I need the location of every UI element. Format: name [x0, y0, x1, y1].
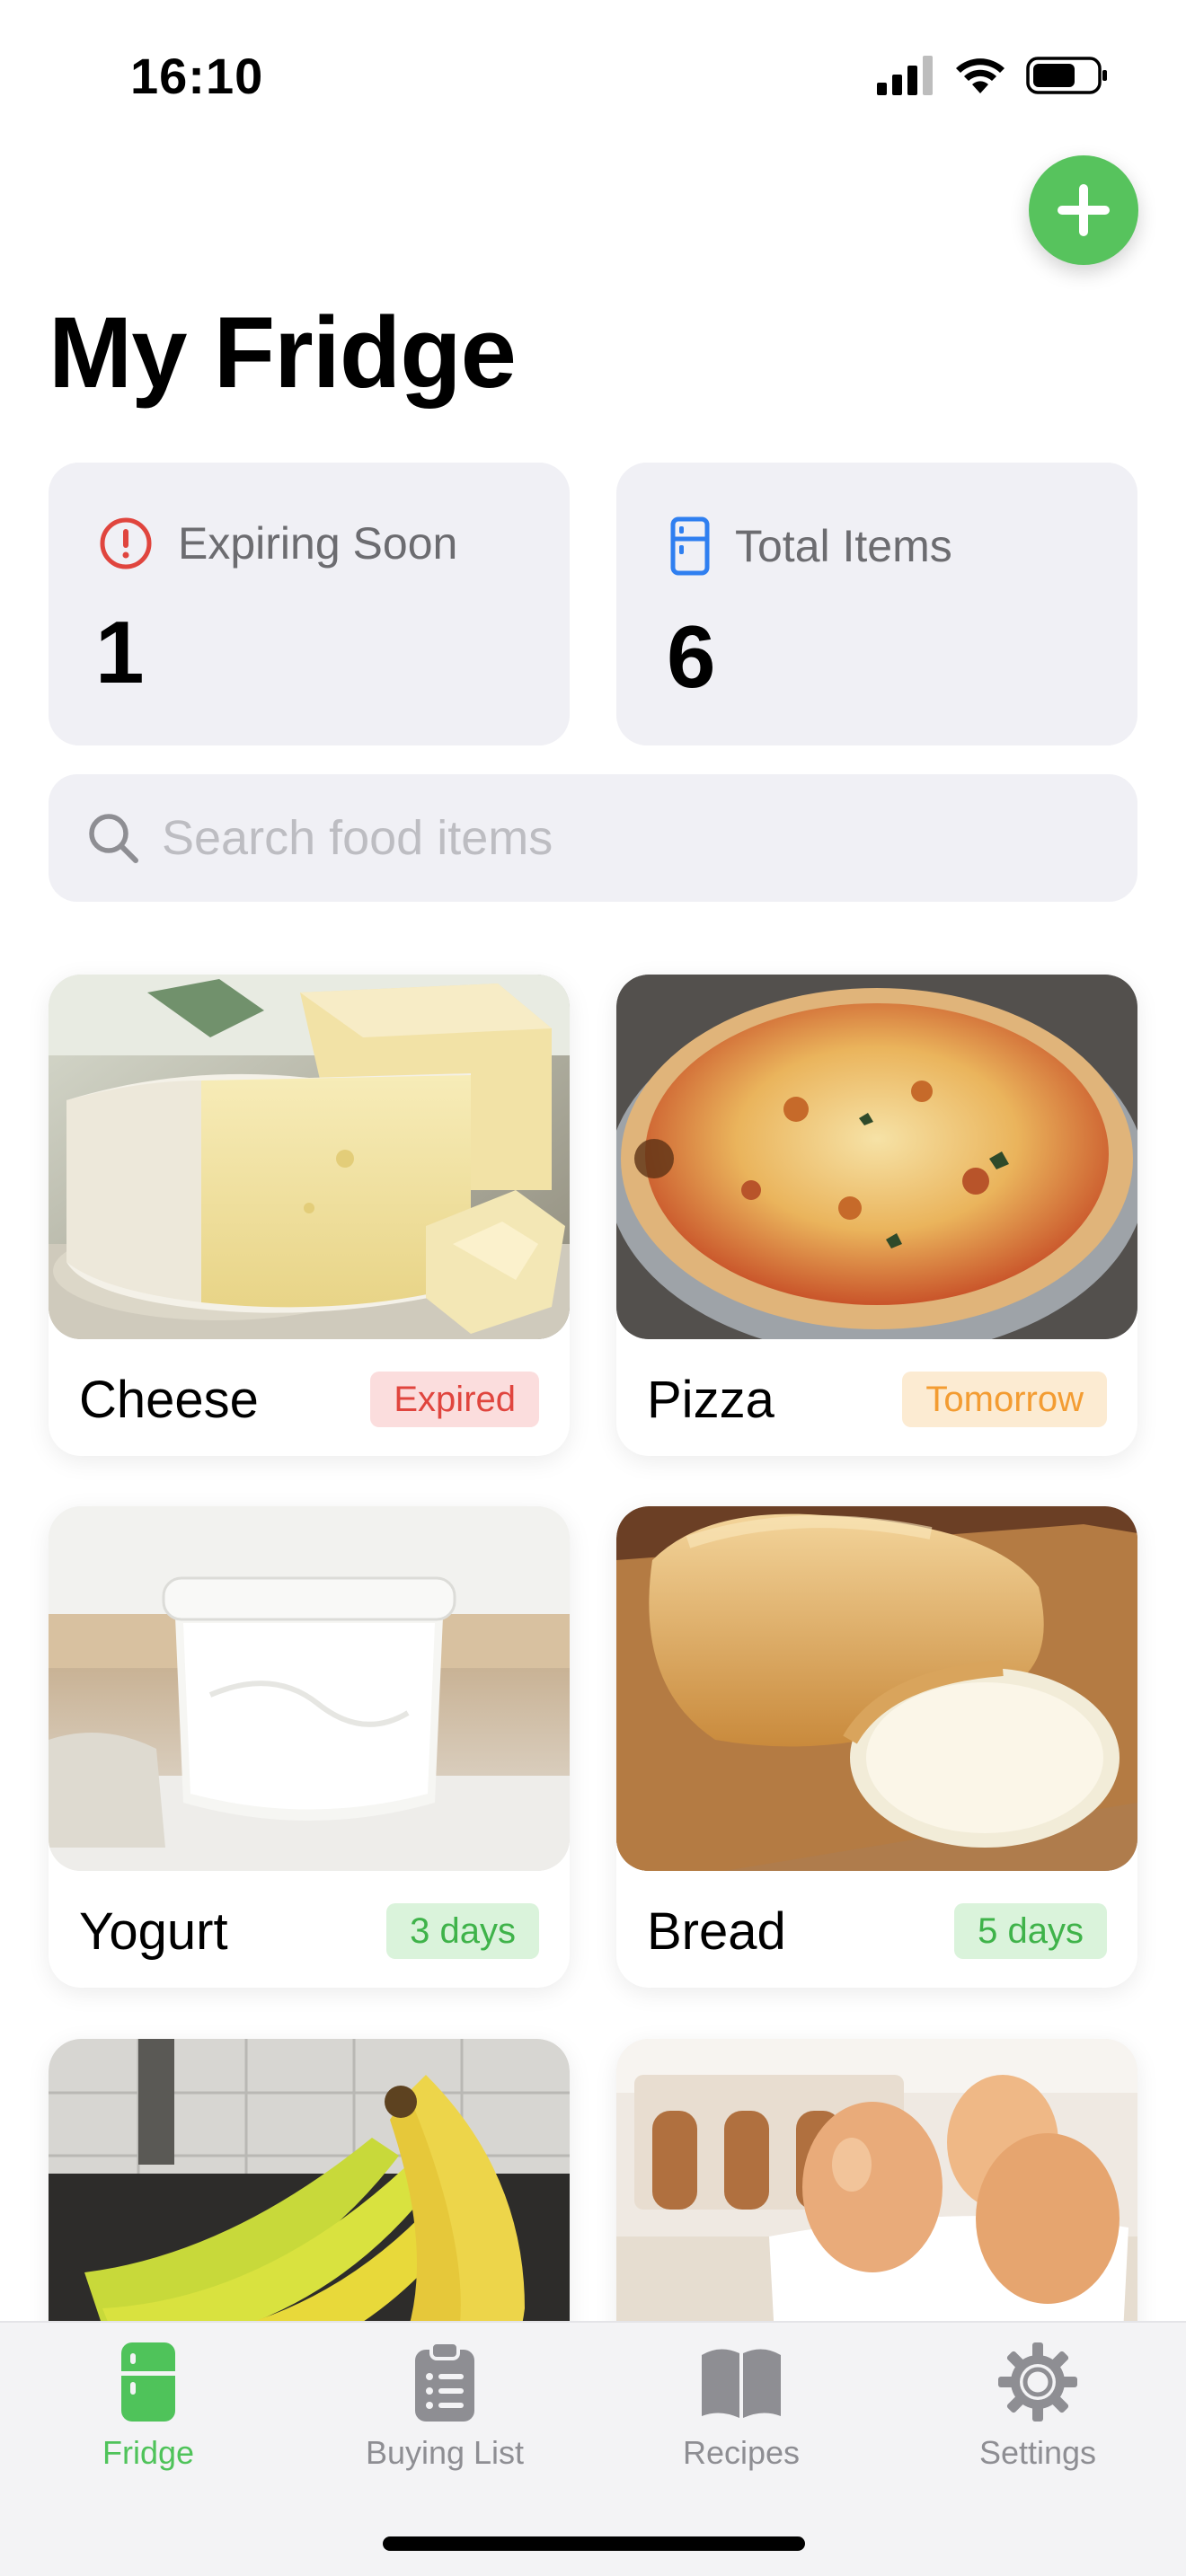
fridge-screen: 16:10 My Fridge Expiring Soon 1 Total It… — [0, 0, 1186, 2576]
expiring-soon-count: 1 — [95, 603, 145, 701]
food-name: Pizza — [647, 1371, 774, 1429]
food-card-bread[interactable]: Bread 5 days — [616, 1506, 1137, 1988]
food-name: Cheese — [79, 1371, 259, 1429]
signal-icon — [877, 56, 933, 95]
fridge-icon — [121, 2342, 175, 2422]
tab-label: Buying List — [365, 2434, 525, 2471]
food-card-cheese[interactable]: Cheese Expired — [49, 975, 570, 1456]
tab-recipes[interactable]: Recipes — [606, 2342, 876, 2472]
tab-label: Fridge — [102, 2434, 195, 2471]
alert-circle-icon — [100, 517, 152, 569]
book-open-icon — [702, 2349, 781, 2418]
food-name: Bread — [647, 1902, 786, 1961]
tab-label: Recipes — [682, 2434, 801, 2471]
cheese-image — [49, 975, 570, 1339]
page-title: My Fridge — [49, 296, 517, 409]
pizza-image — [616, 975, 1137, 1339]
total-items-count: 6 — [667, 607, 716, 706]
food-name: Yogurt — [79, 1902, 228, 1961]
status-icons — [877, 56, 1109, 95]
food-card-pizza[interactable]: Pizza Tomorrow — [616, 975, 1137, 1456]
battery-icon — [1026, 57, 1107, 94]
total-items-card[interactable]: Total Items 6 — [616, 463, 1137, 745]
food-card-yogurt[interactable]: Yogurt 3 days — [49, 1506, 570, 1988]
expiring-soon-label: Expiring Soon — [178, 518, 458, 569]
expiry-badge: Tomorrow — [902, 1372, 1107, 1427]
tab-label: Settings — [978, 2434, 1097, 2471]
clipboard-list-icon — [415, 2342, 474, 2422]
tab-buying-list[interactable]: Buying List — [310, 2342, 580, 2472]
expiry-badge: 5 days — [954, 1903, 1107, 1959]
tab-fridge[interactable]: Fridge — [13, 2342, 283, 2472]
wifi-icon — [956, 58, 1005, 93]
bread-image — [616, 1506, 1137, 1871]
expiring-soon-card[interactable]: Expiring Soon 1 — [49, 463, 570, 745]
search-icon — [89, 814, 138, 863]
tab-settings[interactable]: Settings — [903, 2342, 1173, 2472]
yogurt-image — [49, 1506, 570, 1871]
gear-icon — [998, 2342, 1077, 2422]
search-input[interactable] — [162, 810, 1060, 866]
add-item-button[interactable] — [1029, 155, 1138, 265]
status-time: 16:10 — [130, 48, 264, 104]
expiry-badge: 3 days — [386, 1903, 539, 1959]
search-bar[interactable] — [49, 774, 1137, 902]
plus-icon — [1058, 184, 1110, 236]
expiry-badge: Expired — [370, 1372, 539, 1427]
fridge-icon — [670, 516, 710, 576]
total-items-label: Total Items — [735, 521, 952, 571]
home-indicator[interactable] — [383, 2536, 805, 2551]
tab-bar: Fridge Buying List Recipes Settings — [0, 2321, 1186, 2576]
